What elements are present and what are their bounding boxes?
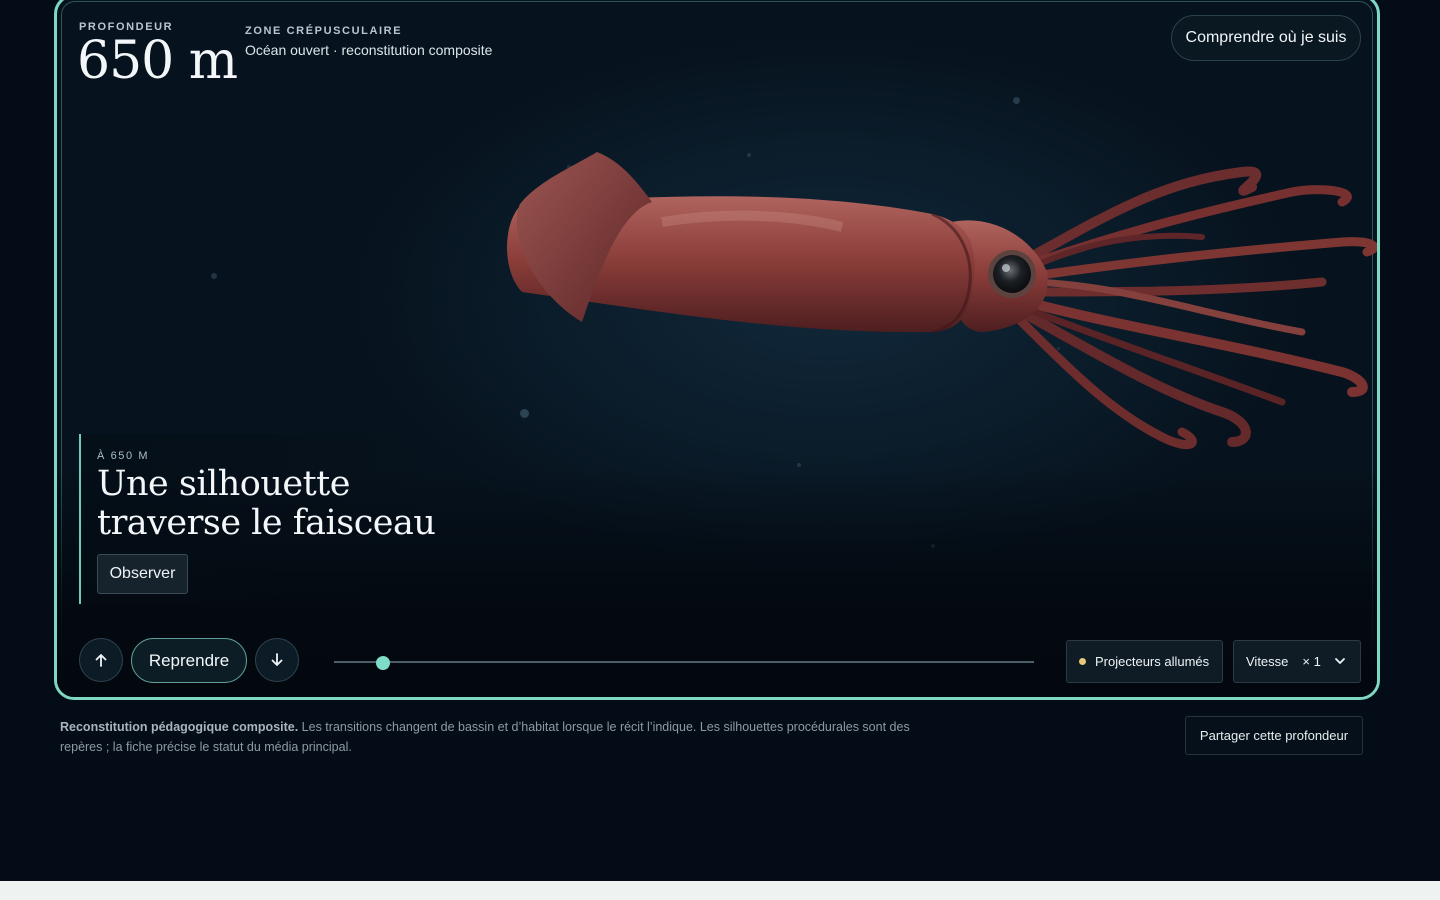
composite-note: Reconstitution pédagogique composite. Le…: [60, 717, 950, 757]
understand-location-button[interactable]: Comprendre où je suis: [1171, 15, 1361, 61]
page-bottom-strip: [0, 881, 1440, 900]
speed-select[interactable]: Vitesse × 1: [1233, 640, 1361, 683]
story-depth-tag: À 650 M: [97, 450, 150, 462]
lights-label: Projecteurs allumés: [1095, 654, 1210, 669]
squid-illustration: [507, 152, 1377, 450]
depth-viewer: PROFONDEUR 650 m ZONE CRÉPUSCULAIRE Océa…: [54, 0, 1380, 700]
observe-button[interactable]: Observer: [97, 554, 188, 594]
zone-name: ZONE CRÉPUSCULAIRE: [245, 25, 403, 37]
story-panel: À 650 M Une silhouette traverse le faisc…: [79, 434, 441, 604]
zone-subtitle: Océan ouvert · reconstitution composite: [245, 42, 493, 58]
arrow-down-icon: [271, 653, 283, 666]
lights-toggle[interactable]: Projecteurs allumés: [1066, 640, 1223, 683]
arrow-up-icon: [95, 654, 107, 667]
depth-value: 650 m: [77, 31, 238, 91]
depth-slider-thumb[interactable]: [376, 656, 390, 670]
resume-button[interactable]: Reprendre: [131, 638, 247, 683]
share-depth-button[interactable]: Partager cette profondeur: [1185, 716, 1363, 755]
chevron-down-icon: [1335, 658, 1345, 664]
particle: [1013, 97, 1020, 104]
particle: [211, 273, 217, 279]
speed-label: Vitesse: [1246, 654, 1289, 669]
ascend-button[interactable]: [79, 638, 123, 682]
speed-value: × 1: [1302, 654, 1321, 669]
story-title: Une silhouette traverse le faisceau: [97, 464, 436, 543]
descend-button[interactable]: [255, 638, 299, 682]
depth-slider-track[interactable]: [334, 661, 1034, 663]
composite-note-bold: Reconstitution pédagogique composite.: [60, 720, 299, 734]
lights-status-dot: [1079, 658, 1086, 665]
